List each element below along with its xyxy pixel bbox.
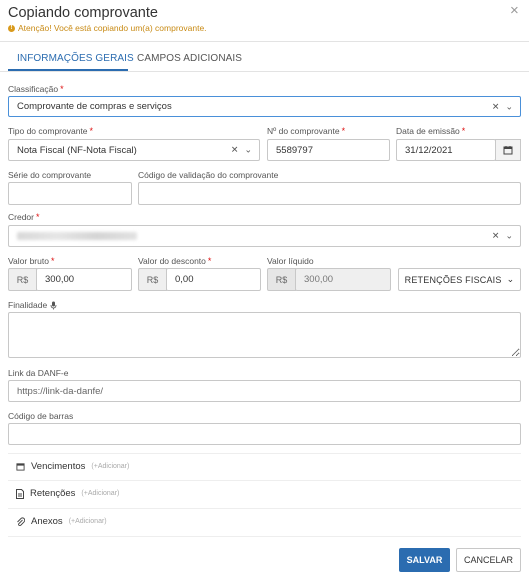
serie-label: Série do comprovante	[8, 170, 92, 180]
section-vencimentos[interactable]: Vencimentos (+Adicionar)	[16, 461, 129, 472]
valor-bruto-label: Valor bruto *	[8, 256, 55, 266]
required-mark: *	[60, 84, 64, 94]
valor-bruto-prefix: R$	[8, 268, 37, 291]
codigo-barras-label: Código de barras	[8, 411, 74, 421]
chevron-down-icon[interactable]: ⌄	[505, 231, 513, 242]
section-anexos[interactable]: Anexos (+Adicionar)	[16, 516, 107, 527]
retencoes-fiscais-button[interactable]: RETENÇÕES FISCAIS ⌄	[398, 268, 521, 291]
section-anexos-label: Anexos	[31, 516, 63, 527]
calendar-button[interactable]	[495, 139, 521, 161]
finalidade-label: Finalidade	[8, 300, 57, 310]
link-danfe-label: Link da DANF-e	[8, 368, 69, 378]
retencoes-fiscais-label: RETENÇÕES FISCAIS	[404, 274, 502, 285]
data-emissao-input[interactable]: 31/12/2021	[396, 139, 496, 161]
valor-liquido-label: Valor líquido	[267, 256, 314, 266]
add-vencimento-link[interactable]: (+Adicionar)	[91, 463, 129, 470]
tab-informacoes-gerais[interactable]: INFORMAÇÕES GERAIS	[17, 53, 134, 64]
valor-bruto-input[interactable]: 300,00	[36, 268, 132, 291]
credor-label: Credor *	[8, 212, 40, 222]
clear-icon[interactable]: ✕	[231, 145, 239, 156]
section-retencoes[interactable]: Retenções (+Adicionar)	[16, 488, 119, 499]
tabs-divider	[0, 71, 529, 72]
tipo-value: Nota Fiscal (NF-Nota Fiscal)	[17, 144, 137, 156]
calendar-icon	[503, 146, 513, 155]
tipo-label: Tipo do comprovante *	[8, 126, 94, 136]
codigo-barras-input[interactable]	[8, 423, 521, 445]
classificacao-label: Classificação *	[8, 84, 64, 94]
section-vencimentos-label: Vencimentos	[31, 461, 86, 472]
codigo-validacao-label: Código de validação do comprovante	[138, 170, 279, 180]
clear-icon[interactable]: ✕	[492, 101, 500, 112]
section-divider	[8, 536, 521, 537]
numero-input[interactable]: 5589797	[267, 139, 390, 161]
credor-select[interactable]: ✕ ⌄	[8, 225, 521, 247]
cancel-button[interactable]: CANCELAR	[456, 548, 521, 572]
valor-desconto-input[interactable]: 0,00	[166, 268, 261, 291]
section-divider	[8, 453, 521, 454]
warning-message: ! Atenção! Você está copiando um(a) comp…	[8, 23, 207, 33]
clear-icon[interactable]: ✕	[492, 231, 500, 242]
codigo-validacao-input[interactable]	[138, 182, 521, 205]
dialog-title: Copiando comprovante	[8, 5, 158, 21]
header-divider	[0, 41, 529, 42]
add-anexo-link[interactable]: (+Adicionar)	[69, 518, 107, 525]
document-icon	[16, 488, 24, 499]
chevron-down-icon[interactable]: ⌄	[244, 145, 252, 156]
microphone-icon	[50, 301, 57, 309]
warning-icon: !	[8, 24, 15, 32]
data-emissao-label: Data de emissão *	[396, 126, 466, 136]
valor-liquido-prefix: R$	[267, 268, 296, 291]
credor-blurred-value	[17, 232, 137, 240]
section-retencoes-label: Retenções	[30, 488, 76, 499]
serie-input[interactable]	[8, 182, 132, 205]
warning-text: Atenção! Você está copiando um(a) compro…	[18, 23, 207, 33]
finalidade-textarea[interactable]	[8, 312, 521, 358]
numero-label: Nº do comprovante *	[267, 126, 346, 136]
tipo-select[interactable]: Nota Fiscal (NF-Nota Fiscal) ✕ ⌄	[8, 139, 260, 161]
classificacao-value: Comprovante de compras e serviços	[17, 101, 172, 112]
valor-desconto-prefix: R$	[138, 268, 167, 291]
section-divider	[8, 508, 521, 509]
classificacao-select[interactable]: Comprovante de compras e serviços ✕ ⌄	[8, 96, 521, 117]
close-icon[interactable]: ×	[510, 3, 519, 18]
save-button[interactable]: SALVAR	[399, 548, 450, 572]
link-danfe-input[interactable]: https://link-da-danfe/	[8, 380, 521, 402]
tab-campos-adicionais[interactable]: CAMPOS ADICIONAIS	[137, 53, 242, 64]
add-retencao-link[interactable]: (+Adicionar)	[81, 490, 119, 497]
valor-liquido-input: 300,00	[295, 268, 391, 291]
valor-desconto-label: Valor do desconto *	[138, 256, 212, 266]
chevron-down-icon[interactable]: ⌄	[505, 101, 513, 112]
section-divider	[8, 480, 521, 481]
chevron-down-icon: ⌄	[506, 274, 515, 284]
calendar-icon	[16, 463, 25, 471]
paperclip-icon	[17, 516, 25, 526]
